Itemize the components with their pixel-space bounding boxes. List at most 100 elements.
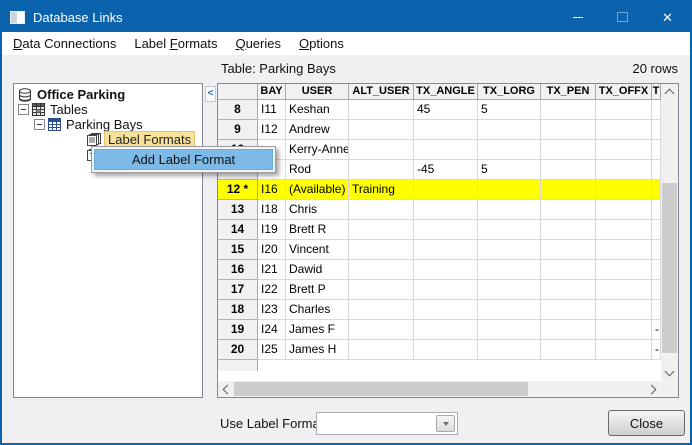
context-menu-item-add-label-format[interactable]: Add Label Format	[94, 149, 273, 170]
grid-cell[interactable]	[349, 120, 414, 140]
grid-cell[interactable]: Chris	[286, 200, 349, 220]
grid-cell[interactable]	[596, 320, 652, 340]
table-row[interactable]: 10Kerry-Anne	[218, 140, 661, 160]
row-number[interactable]: 13	[218, 200, 258, 220]
grid-cell[interactable]	[349, 100, 414, 120]
grid-cell[interactable]: I11	[258, 100, 286, 120]
grid-cell[interactable]: -1	[652, 340, 661, 360]
column-header[interactable]	[218, 84, 258, 100]
grid-cell[interactable]	[414, 340, 478, 360]
grid-cell[interactable]	[478, 140, 541, 160]
column-header[interactable]: T	[652, 84, 661, 100]
grid-cell[interactable]	[349, 220, 414, 240]
grid-cell[interactable]: I20	[258, 240, 286, 260]
grid-cell[interactable]	[596, 280, 652, 300]
close-button[interactable]: Close	[608, 410, 685, 436]
table-row[interactable]: 9I12Andrew	[218, 120, 661, 140]
column-header[interactable]: TX_OFFX	[596, 84, 652, 100]
vertical-scroll-thumb[interactable]	[662, 183, 677, 353]
grid-cell[interactable]	[652, 240, 661, 260]
grid-cell[interactable]	[596, 100, 652, 120]
grid-cell[interactable]	[541, 160, 596, 180]
horizontal-scroll-thumb[interactable]	[234, 382, 528, 396]
grid-cell[interactable]	[478, 200, 541, 220]
column-header[interactable]: ALT_USER	[349, 84, 414, 100]
grid-cell[interactable]: (Available)	[286, 180, 349, 200]
menu-data-connections[interactable]: Data Connections	[4, 32, 125, 55]
horizontal-scrollbar[interactable]	[218, 381, 661, 397]
grid-cell[interactable]	[652, 260, 661, 280]
column-header[interactable]: TX_PEN	[541, 84, 596, 100]
grid-cell[interactable]	[414, 140, 478, 160]
table-row[interactable]: 11Rod-455	[218, 160, 661, 180]
grid-cell[interactable]	[541, 340, 596, 360]
row-number[interactable]: 18	[218, 300, 258, 320]
grid-cell[interactable]: I25	[258, 340, 286, 360]
row-number[interactable]: 8	[218, 100, 258, 120]
row-number[interactable]: 9	[218, 120, 258, 140]
row-number[interactable]: 20	[218, 340, 258, 360]
column-header[interactable]: BAY	[258, 84, 286, 100]
grid-cell[interactable]: Rod	[286, 160, 349, 180]
menu-options[interactable]: Options	[290, 32, 353, 55]
grid-cell[interactable]: Vincent	[286, 240, 349, 260]
grid-cell[interactable]: 5	[478, 160, 541, 180]
grid-cell[interactable]	[414, 260, 478, 280]
row-number[interactable]: 16	[218, 260, 258, 280]
grid-cell[interactable]	[478, 340, 541, 360]
grid-cell[interactable]	[349, 340, 414, 360]
grid-cell[interactable]: Brett P	[286, 280, 349, 300]
vertical-scrollbar[interactable]	[661, 84, 678, 381]
grid-cell[interactable]	[541, 100, 596, 120]
column-header[interactable]: TX_ANGLE	[414, 84, 478, 100]
grid-cell[interactable]	[541, 320, 596, 340]
grid-cell[interactable]: James F	[286, 320, 349, 340]
row-number[interactable]: 15	[218, 240, 258, 260]
grid-cell[interactable]: I12	[258, 120, 286, 140]
grid-cell[interactable]: Kerry-Anne	[286, 140, 349, 160]
menu-label-formats[interactable]: Label Formats	[125, 32, 226, 55]
grid-cell[interactable]	[414, 200, 478, 220]
grid-cell[interactable]	[349, 200, 414, 220]
grid-cell[interactable]	[478, 120, 541, 140]
grid-cell[interactable]	[596, 240, 652, 260]
grid-cell[interactable]	[596, 180, 652, 200]
grid-cell[interactable]	[414, 320, 478, 340]
grid-cell[interactable]	[414, 180, 478, 200]
tree-collapse-button[interactable]: <	[205, 86, 216, 102]
grid-cell[interactable]	[349, 280, 414, 300]
grid-cell[interactable]	[541, 300, 596, 320]
grid-cell[interactable]	[596, 160, 652, 180]
grid-cell[interactable]	[652, 280, 661, 300]
grid-cell[interactable]: 5	[478, 100, 541, 120]
grid-cell[interactable]	[478, 180, 541, 200]
table-row[interactable]: 19I24James F-1	[218, 320, 661, 340]
grid-cell[interactable]	[541, 260, 596, 280]
row-number[interactable]: 17	[218, 280, 258, 300]
grid-cell[interactable]	[478, 320, 541, 340]
grid-cell[interactable]	[414, 280, 478, 300]
grid-cell[interactable]	[478, 220, 541, 240]
close-window-button[interactable]: ✕	[645, 2, 690, 32]
grid-cell[interactable]: I19	[258, 220, 286, 240]
grid-cell[interactable]	[349, 260, 414, 280]
grid-cell[interactable]	[652, 200, 661, 220]
table-row[interactable]: 14I19Brett R	[218, 220, 661, 240]
column-header[interactable]: TX_LORG	[478, 84, 541, 100]
grid-cell[interactable]	[541, 220, 596, 240]
minimize-button[interactable]	[555, 2, 600, 32]
label-format-combobox[interactable]	[316, 412, 458, 435]
table-row[interactable]: 8I11Keshan455	[218, 100, 661, 120]
grid-cell[interactable]: Training	[349, 180, 414, 200]
collapse-expander-icon[interactable]	[18, 104, 29, 115]
grid-cell[interactable]: -1	[652, 320, 661, 340]
grid-cell[interactable]	[541, 140, 596, 160]
table-row[interactable]: 13I18Chris	[218, 200, 661, 220]
row-number[interactable]: 19	[218, 320, 258, 340]
table-row[interactable]: 15I20Vincent	[218, 240, 661, 260]
grid-cell[interactable]: I21	[258, 260, 286, 280]
grid-cell[interactable]: I22	[258, 280, 286, 300]
table-row[interactable]: 16I21Dawid	[218, 260, 661, 280]
tree-node-label-formats[interactable]: Label Formats	[87, 132, 195, 147]
scroll-right-icon[interactable]	[645, 381, 661, 397]
